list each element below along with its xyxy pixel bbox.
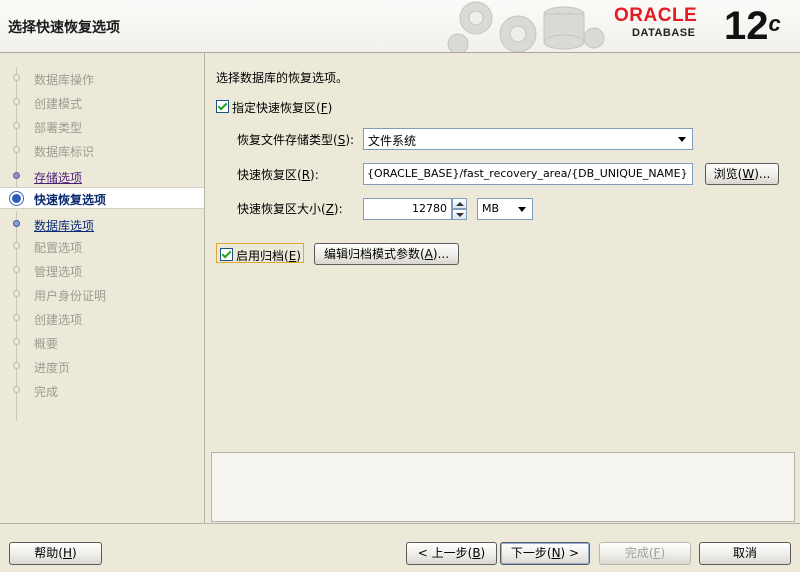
fast-recovery-checkbox-label[interactable]: 指定快速恢复区(F) bbox=[232, 99, 332, 116]
step-label: 数据库操作 bbox=[34, 73, 95, 87]
step-database-operation: 数据库操作 bbox=[0, 68, 204, 88]
next-button[interactable]: 下一步(N) > bbox=[500, 542, 590, 565]
step-dot-icon bbox=[13, 314, 20, 321]
step-label: 用户身份证明 bbox=[34, 289, 107, 303]
version-suffix: c bbox=[768, 11, 781, 36]
version-number: 12 bbox=[724, 4, 769, 48]
step-dot-icon bbox=[13, 242, 20, 249]
recovery-area-input[interactable]: {ORACLE_BASE}/fast_recovery_area/{DB_UNI… bbox=[363, 163, 693, 185]
edit-archive-params-button[interactable]: 编辑归档模式参数(A)... bbox=[314, 243, 459, 265]
enable-archive-checkbox[interactable] bbox=[220, 248, 233, 261]
finish-button[interactable]: 完成(F) bbox=[599, 542, 691, 565]
main-panel: 选择数据库的恢复选项。 指定快速恢复区(F) 恢复文件存储类型(S): 文件系统… bbox=[205, 53, 800, 523]
enable-archive-label[interactable]: 启用归档(E) bbox=[236, 247, 301, 264]
cancel-button[interactable]: 取消 bbox=[699, 542, 791, 565]
current-step-icon bbox=[10, 192, 23, 205]
step-dot-icon bbox=[13, 122, 20, 129]
wizard-steps-sidebar: 数据库操作 创建模式 部署类型 数据库标识 存储选项 快速恢复选项 数据库选项 … bbox=[0, 53, 205, 523]
step-configuration-options: 配置选项 bbox=[0, 236, 204, 256]
database-wordmark: DATABASE bbox=[632, 27, 696, 39]
oracle-logo: ORACLE DATABASE bbox=[614, 6, 718, 40]
step-dot-icon bbox=[13, 146, 20, 153]
step-dot-icon bbox=[13, 220, 20, 227]
step-label: 数据库标识 bbox=[34, 145, 95, 159]
header-banner: 选择快速恢复选项 ORACLE DATABASE 12c bbox=[0, 0, 800, 53]
step-storage-options[interactable]: 存储选项 bbox=[0, 166, 204, 186]
step-dot-icon bbox=[13, 98, 20, 105]
storage-type-label: 恢复文件存储类型(S): bbox=[237, 133, 355, 147]
step-label: 概要 bbox=[34, 337, 59, 351]
chevron-down-icon bbox=[678, 137, 686, 142]
step-summary: 概要 bbox=[0, 332, 204, 352]
browse-button[interactable]: 浏览(W)... bbox=[705, 163, 779, 185]
spin-up-icon[interactable] bbox=[452, 198, 467, 209]
recovery-size-input[interactable]: 12780 bbox=[363, 198, 452, 220]
fast-recovery-checkbox[interactable] bbox=[216, 100, 229, 113]
step-database-options[interactable]: 数据库选项 bbox=[0, 214, 204, 234]
step-dot-icon bbox=[13, 362, 20, 369]
oracle-wordmark: ORACLE bbox=[614, 5, 698, 26]
step-dot-icon bbox=[13, 266, 20, 273]
recovery-area-value: {ORACLE_BASE}/fast_recovery_area/{DB_UNI… bbox=[367, 167, 688, 180]
recovery-size-label: 快速恢复区大小(Z): bbox=[237, 202, 343, 216]
step-management-options: 管理选项 bbox=[0, 260, 204, 280]
step-user-credentials: 用户身份证明 bbox=[0, 284, 204, 304]
step-label[interactable]: 存储选项 bbox=[34, 169, 82, 186]
step-dot-icon bbox=[13, 338, 20, 345]
step-label: 管理选项 bbox=[34, 265, 83, 279]
size-unit-select[interactable]: MB bbox=[477, 198, 533, 220]
step-label: 创建模式 bbox=[34, 97, 83, 111]
message-panel bbox=[211, 452, 795, 522]
chevron-down-icon bbox=[518, 207, 526, 212]
footer-bar: 帮助(H) < 上一步(B) 下一步(N) > 完成(F) 取消 bbox=[0, 523, 800, 572]
version-badge: 12c bbox=[724, 4, 781, 48]
step-creation-options: 创建选项 bbox=[0, 308, 204, 328]
step-dot-icon bbox=[13, 386, 20, 393]
step-deployment-type: 部署类型 bbox=[0, 116, 204, 136]
gears-decoration-icon bbox=[447, 1, 605, 52]
step-dot-icon bbox=[13, 290, 20, 297]
storage-type-select[interactable]: 文件系统 bbox=[363, 128, 693, 150]
storage-type-value: 文件系统 bbox=[368, 134, 417, 148]
step-progress: 进度页 bbox=[0, 356, 204, 376]
recovery-area-label: 快速恢复区(R): bbox=[237, 168, 319, 182]
step-label: 进度页 bbox=[34, 361, 71, 375]
step-label: 部署类型 bbox=[34, 121, 83, 135]
step-label: 快速恢复选项 bbox=[34, 193, 107, 207]
spin-down-icon[interactable] bbox=[452, 209, 467, 220]
step-label: 创建选项 bbox=[34, 313, 83, 327]
step-label: 完成 bbox=[34, 385, 59, 399]
step-fast-recovery-options[interactable]: 快速恢复选项 bbox=[0, 187, 204, 209]
recovery-size-spinner[interactable] bbox=[452, 198, 467, 220]
step-label[interactable]: 数据库选项 bbox=[34, 217, 94, 234]
step-dot-icon bbox=[13, 74, 20, 81]
size-unit-value: MB bbox=[482, 202, 500, 215]
step-label: 配置选项 bbox=[34, 241, 83, 255]
page-title: 选择快速恢复选项 bbox=[8, 20, 120, 36]
step-finish: 完成 bbox=[0, 380, 204, 400]
step-database-identification: 数据库标识 bbox=[0, 140, 204, 160]
step-creation-mode: 创建模式 bbox=[0, 92, 204, 112]
help-button[interactable]: 帮助(H) bbox=[9, 542, 102, 565]
back-button[interactable]: < 上一步(B) bbox=[406, 542, 497, 565]
recovery-size-value: 12780 bbox=[412, 202, 447, 215]
step-dot-icon bbox=[13, 172, 20, 179]
intro-text: 选择数据库的恢复选项。 bbox=[216, 71, 349, 85]
